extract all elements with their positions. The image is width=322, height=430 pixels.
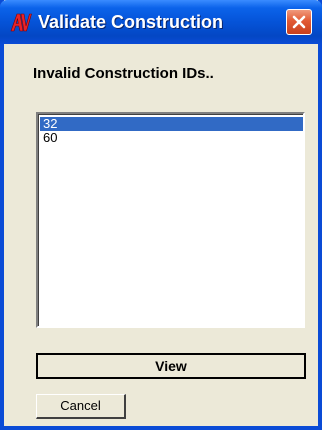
list-item[interactable]: 32	[40, 117, 303, 131]
title-bar[interactable]: Validate Construction	[0, 0, 322, 44]
construction-id-list[interactable]: 32 60	[36, 112, 305, 328]
close-button[interactable]	[286, 9, 312, 35]
close-icon	[292, 15, 306, 29]
view-button[interactable]: View	[36, 353, 306, 379]
dialog-window: Validate Construction Invalid Constructi…	[0, 0, 322, 430]
app-logo-icon	[10, 12, 32, 32]
view-button-label: View	[155, 358, 187, 374]
cancel-button-label: Cancel	[60, 398, 101, 413]
window-title: Validate Construction	[38, 12, 224, 32]
section-heading: Invalid Construction IDs..	[33, 65, 214, 82]
cancel-button[interactable]: Cancel	[36, 394, 126, 419]
list-item[interactable]: 60	[40, 131, 303, 145]
